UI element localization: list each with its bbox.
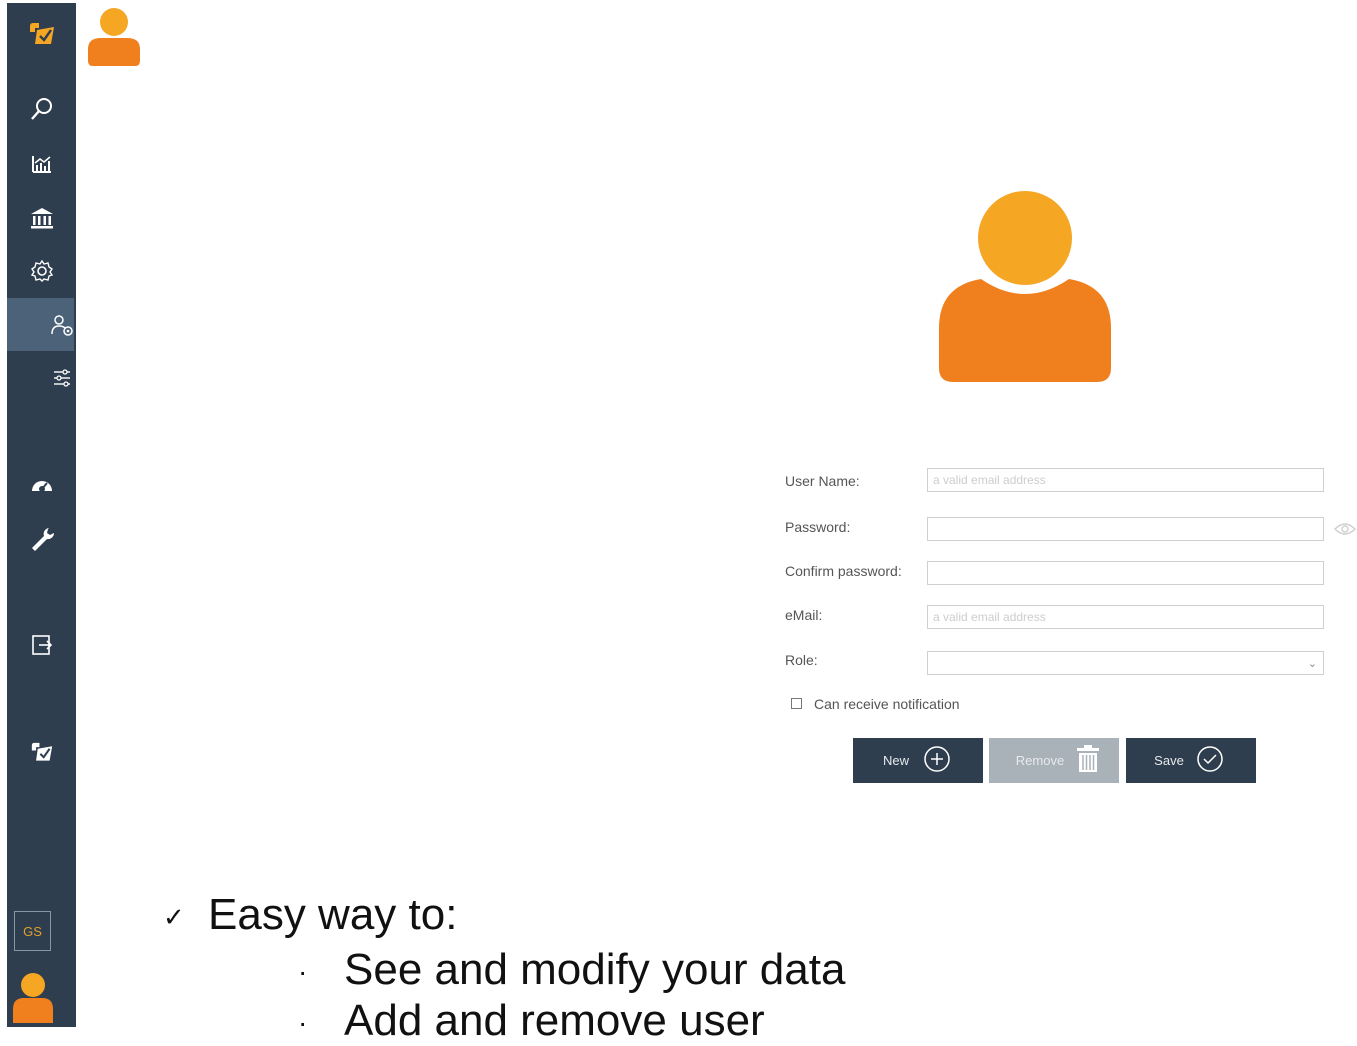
trash-icon [1075,745,1101,776]
app-logo-icon[interactable] [7,733,76,773]
role-select[interactable]: ⌄ [927,651,1324,675]
speedometer-icon[interactable] [7,465,76,505]
user-profile-avatar-icon [937,190,1111,389]
search-icon[interactable] [7,89,76,129]
chevron-down-icon: ⌄ [1307,658,1317,670]
bullet-sub-1: · See and modify your data [298,945,845,995]
save-button[interactable]: Save [1126,738,1256,783]
remove-button-label: Remove [1015,753,1065,768]
wrench-icon[interactable] [7,519,76,559]
dot-bullet-icon: · [298,1007,308,1039]
user-avatar-icon[interactable] [11,971,55,1028]
avatar-icon [87,7,141,72]
username-label: User Name: [785,473,860,489]
email-input[interactable] [927,605,1324,629]
password-label: Password: [785,519,851,535]
check-circle-icon [1196,745,1224,776]
sidebar: GS [7,3,76,1027]
password-input[interactable] [927,517,1324,541]
bank-icon[interactable] [7,198,76,238]
new-button-label: New [882,753,909,768]
dot-bullet-icon: · [298,956,308,988]
role-label: Role: [785,652,818,668]
new-button[interactable]: New [853,738,983,783]
checkmark-bullet-icon: ✓ [163,901,185,932]
user-settings-icon[interactable] [27,305,96,345]
username-input[interactable] [927,468,1324,492]
bullet-main-text: Easy way to: [208,890,458,939]
bullet-sub-2: · Add and remove user [298,996,765,1046]
eye-icon[interactable] [1334,522,1356,541]
bullet-sub-1-text: See and modify your data [344,945,846,994]
bullet-sub-2-text: Add and remove user [344,996,765,1045]
plus-circle-icon [923,745,951,776]
gear-icon[interactable] [7,251,76,291]
save-button-label: Save [1154,753,1184,768]
chart-icon[interactable] [7,144,76,184]
notification-checkbox-label: Can receive notification [814,696,960,712]
bullet-main: ✓ Easy way to: [163,890,457,940]
confirm-password-label: Confirm password: [785,563,902,579]
notification-checkbox[interactable] [791,698,802,709]
remove-button[interactable]: Remove [989,738,1119,783]
gs-badge[interactable]: GS [14,911,51,951]
logout-icon[interactable] [7,625,76,665]
app-logo-icon[interactable] [7,15,76,55]
confirm-password-input[interactable] [927,561,1324,585]
sliders-icon[interactable] [27,358,96,398]
email-label: eMail: [785,607,823,623]
